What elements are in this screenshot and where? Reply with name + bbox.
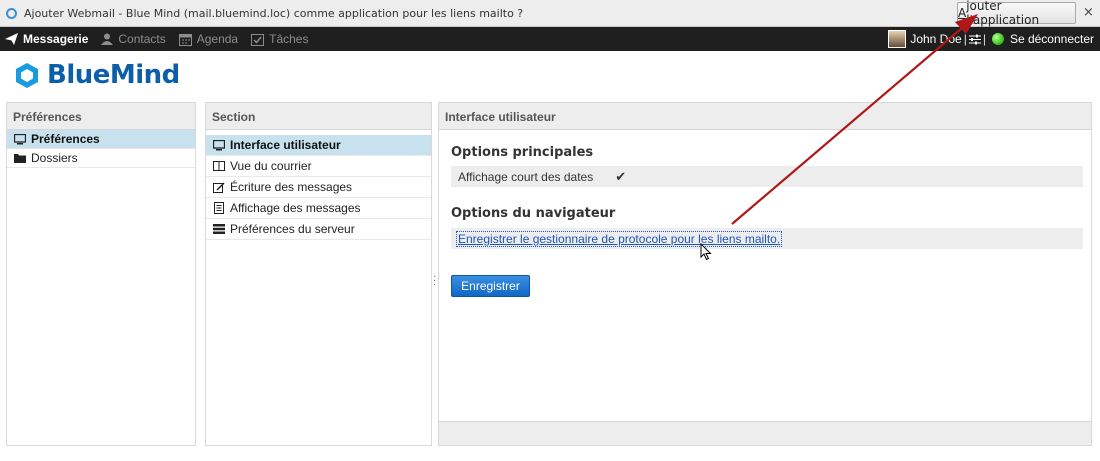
monitor-icon	[13, 133, 27, 145]
notification-text: Ajouter Webmail - Blue Mind (mail.bluemi…	[24, 6, 524, 20]
browser-options-title: Options du navigateur	[451, 206, 616, 221]
monitor-icon	[212, 139, 226, 151]
section-item-mail-view[interactable]: Vue du courrier	[206, 156, 431, 177]
settings-panel-title: Interface utilisateur	[439, 103, 1091, 130]
section-panel-title: Section	[206, 103, 431, 130]
section-list: Interface utilisateur Vue du courrier Éc…	[206, 135, 431, 240]
settings-panel: Interface utilisateur Options principale…	[438, 102, 1092, 446]
protocol-handler-notification-bar: Ajouter Webmail - Blue Mind (mail.bluemi…	[0, 0, 1100, 27]
add-application-button[interactable]: Ajouter l'application	[957, 0, 1076, 27]
short-dates-row: Affichage court des dates ✔	[451, 166, 1083, 187]
section-item-label: Affichage des messages	[230, 201, 361, 215]
section-panel: Section Interface utilisateur Vue du cou…	[205, 102, 432, 446]
user-icon	[101, 33, 114, 45]
section-item-label: Interface utilisateur	[230, 138, 341, 152]
section-item-label: Écriture des messages	[230, 180, 353, 194]
logo-text: BlueMind	[47, 60, 180, 90]
folder-icon	[13, 153, 27, 163]
main-options-title: Options principales	[451, 145, 594, 160]
close-icon[interactable]: ×	[1083, 5, 1094, 20]
separator: |	[982, 32, 986, 46]
user-area: John Doe | | Se déconnecter	[888, 27, 1094, 51]
document-icon	[212, 202, 226, 214]
section-item-label: Vue du courrier	[230, 159, 312, 173]
logout-link[interactable]: Se déconnecter	[1010, 32, 1094, 46]
section-item-display[interactable]: Affichage des messages	[206, 198, 431, 219]
nav-item-messagerie[interactable]: Messagerie	[0, 27, 96, 51]
top-navigation: Messagerie Contacts Agenda Tâches John D…	[0, 27, 1100, 51]
prefs-item-label: Dossiers	[31, 151, 78, 165]
mouse-cursor-icon	[700, 243, 712, 261]
nav-item-agenda[interactable]: Agenda	[174, 27, 246, 51]
online-status-icon[interactable]	[991, 33, 1004, 45]
bluemind-logo[interactable]: BlueMind	[15, 60, 180, 90]
add-application-accesskey: A	[958, 6, 967, 20]
nav-item-label: Tâches	[269, 32, 309, 46]
prefs-item-preferences[interactable]: Préférences	[7, 130, 195, 149]
avatar[interactable]	[888, 30, 907, 48]
prefs-item-dossiers[interactable]: Dossiers	[7, 149, 195, 168]
nav-item-label: Agenda	[196, 32, 239, 46]
short-dates-checkbox[interactable]: ✔	[615, 169, 626, 185]
info-icon	[6, 7, 17, 19]
section-item-server[interactable]: Préférences du serveur	[206, 219, 431, 240]
separator: |	[963, 32, 967, 46]
register-protocol-handler-link[interactable]: Enregistrer le gestionnaire de protocole…	[456, 230, 783, 247]
nav-item-label: Messagerie	[23, 32, 89, 46]
section-item-interface[interactable]: Interface utilisateur	[206, 135, 431, 156]
settings-panel-footer	[439, 421, 1091, 445]
nav-item-label: Contacts	[118, 32, 166, 46]
send-icon	[5, 33, 18, 45]
preferences-panel: Préférences Préférences Dossiers	[6, 102, 196, 446]
bluemind-logo-icon	[16, 62, 38, 88]
prefs-item-label: Préférences	[31, 132, 100, 146]
nav-item-contacts[interactable]: Contacts	[96, 27, 173, 51]
panel-splitter[interactable]: · · ·	[433, 272, 436, 290]
save-button[interactable]: Enregistrer	[451, 275, 530, 297]
add-application-label: jouter l'application	[966, 0, 1040, 27]
section-item-compose[interactable]: Écriture des messages	[206, 177, 431, 198]
columns-icon	[212, 161, 226, 171]
task-icon	[251, 33, 265, 46]
section-item-label: Préférences du serveur	[230, 222, 355, 236]
user-name[interactable]: John Doe	[910, 32, 961, 46]
preferences-panel-title: Préférences	[7, 103, 195, 130]
settings-sliders-icon[interactable]	[968, 34, 981, 45]
calendar-icon	[178, 33, 192, 46]
protocol-handler-row: Enregistrer le gestionnaire de protocole…	[451, 228, 1083, 249]
short-dates-label: Affichage court des dates	[458, 169, 594, 184]
edit-icon	[212, 182, 226, 193]
server-icon	[212, 224, 226, 234]
nav-item-taches[interactable]: Tâches	[246, 27, 316, 51]
